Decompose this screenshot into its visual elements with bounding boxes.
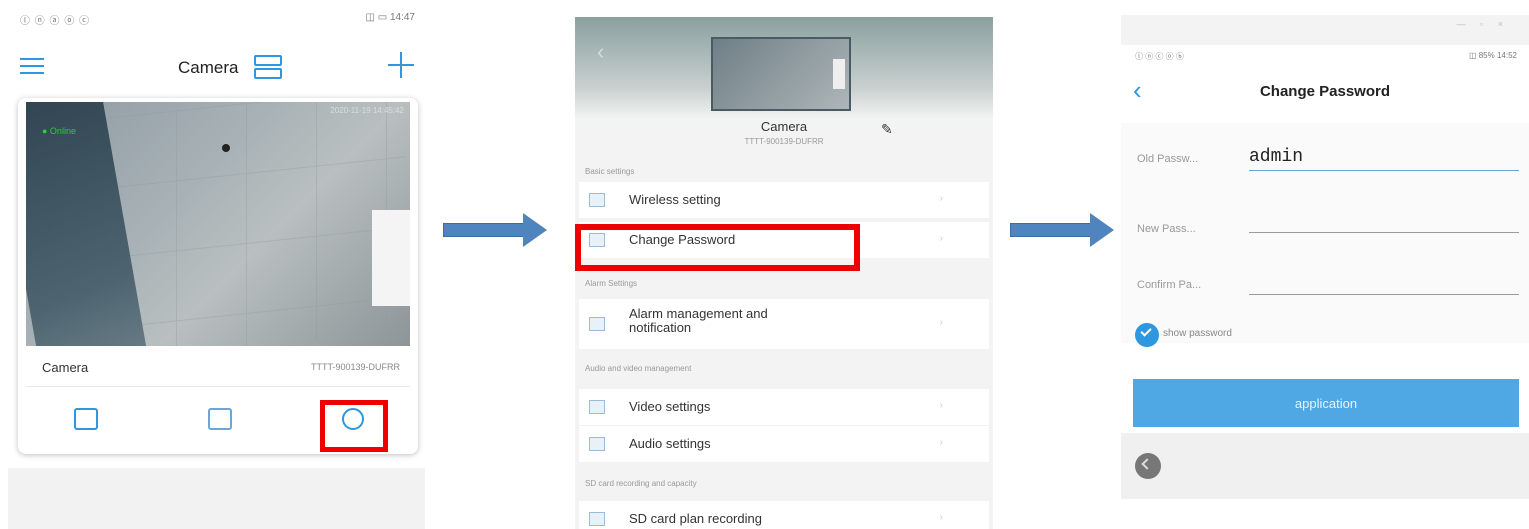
- apply-button[interactable]: application: [1133, 379, 1519, 427]
- row-label-line2: notification: [629, 320, 692, 335]
- chevron-left-icon[interactable]: ‹: [597, 39, 604, 65]
- camera-list-screen: ⓛ ⓝ ⓐ ⓞ ⓒ ◫ ▭ 14:47 Camera 2020-11-19 14…: [8, 0, 425, 529]
- status-left: ⓛ ⓝ ⓐ ⓞ ⓒ: [20, 16, 91, 27]
- row-wireless-setting[interactable]: Wireless setting ›: [579, 182, 989, 218]
- row-video-settings[interactable]: Video settings ›: [579, 389, 989, 425]
- change-password-screen: — ▫ × ⓛ ⓝ ⓒ ⓞ ⓑ ◫ 85% 14:52 Change Passw…: [1121, 15, 1529, 499]
- section-basic-settings: Basic settings: [585, 167, 635, 176]
- status-left: ⓛ ⓝ ⓒ ⓞ ⓑ: [1135, 52, 1184, 61]
- window-titlebar: — ▫ ×: [1121, 15, 1529, 45]
- new-password-label: New Pass...: [1137, 223, 1196, 235]
- chevron-right-icon: ›: [939, 437, 943, 448]
- camera-switch-icon[interactable]: [254, 54, 282, 80]
- row-audio-settings[interactable]: Audio settings ›: [579, 426, 989, 462]
- audio-icon: [589, 437, 605, 451]
- flow-arrow-2: [1010, 213, 1116, 247]
- plus-icon[interactable]: [388, 52, 414, 78]
- playback-icon[interactable]: [74, 408, 98, 430]
- new-password-field[interactable]: [1249, 205, 1519, 233]
- camera-live-feed[interactable]: 2020-11-19 14:45:42 ● Online: [26, 102, 410, 346]
- check-icon: [1135, 323, 1159, 347]
- status-bar: ⓛ ⓝ ⓒ ⓞ ⓑ ◫ 85% 14:52: [1121, 45, 1529, 71]
- row-label-line1: Alarm management and: [629, 306, 768, 321]
- row-alarm-management[interactable]: Alarm management and notification ›: [579, 299, 989, 349]
- device-id: TTTT-900139-DUFRR: [744, 137, 824, 146]
- section-sd-card: SD card recording and capacity: [585, 479, 697, 488]
- confirm-password-field[interactable]: [1249, 267, 1519, 295]
- old-password-field[interactable]: [1249, 143, 1519, 171]
- chevron-right-icon: ›: [939, 317, 943, 328]
- window-controls[interactable]: — ▫ ×: [1457, 19, 1509, 29]
- divider: [26, 386, 410, 387]
- nav-bar: Change Password ‹: [1121, 71, 1529, 115]
- pencil-icon[interactable]: ✎: [881, 121, 893, 138]
- highlight-box-change-password: [575, 224, 860, 271]
- row-label: Wireless setting: [629, 192, 721, 207]
- device-name: Camera: [760, 119, 808, 134]
- row-label: SD card plan recording: [629, 511, 762, 526]
- feed-spot: [222, 144, 230, 152]
- video-icon: [589, 400, 605, 414]
- hamburger-icon[interactable]: [20, 56, 44, 76]
- page-title: Change Password: [1259, 83, 1391, 100]
- bottom-area: [1121, 433, 1529, 499]
- sd-card-icon: [589, 512, 605, 526]
- section-audio-video: Audio and video management: [585, 364, 692, 373]
- section-alarm-settings: Alarm Settings: [585, 279, 638, 288]
- confirm-password-label: Confirm Pa...: [1137, 279, 1202, 291]
- page-title: Camera: [178, 58, 239, 77]
- camera-thumbnail: [711, 37, 851, 111]
- chevron-right-icon: ›: [939, 400, 943, 411]
- ceiling-grid: [106, 102, 406, 346]
- row-label: Audio settings: [629, 436, 711, 451]
- camera-name: Camera: [42, 360, 89, 375]
- device-settings-screen: ‹ Camera TTTT-900139-DUFRR ✎ Basic setti…: [575, 17, 993, 529]
- row-sd-card-plan[interactable]: SD card plan recording ›: [579, 501, 989, 529]
- status-right: ◫ ▭ 14:47: [365, 12, 415, 23]
- wifi-icon: [589, 193, 605, 207]
- online-status: ● Online: [42, 126, 76, 136]
- show-password-label: show password: [1163, 328, 1232, 339]
- status-right: ◫ 85% 14:52: [1468, 51, 1517, 60]
- status-bar: ⓛ ⓝ ⓐ ⓞ ⓒ ◫ ▭ 14:47: [20, 10, 415, 28]
- alarm-icon: [589, 317, 605, 331]
- flow-arrow-1: [443, 213, 549, 247]
- feed-timestamp: 2020-11-19 14:45:42: [330, 106, 404, 115]
- old-password-label: Old Passw...: [1137, 153, 1199, 165]
- feed-window: [372, 210, 410, 306]
- highlight-box-settings: [320, 400, 388, 452]
- chevron-right-icon: ›: [939, 233, 943, 244]
- bottom-area: [8, 468, 425, 529]
- chevron-left-icon[interactable]: ‹: [1133, 75, 1142, 106]
- sd-card-icon[interactable]: [208, 408, 232, 430]
- row-label: Video settings: [629, 399, 711, 414]
- chevron-right-icon: ›: [939, 512, 943, 523]
- top-app-bar: Camera: [8, 44, 425, 94]
- camera-id: TTTT-900139-DUFRR: [310, 362, 400, 372]
- back-circle-icon[interactable]: [1135, 453, 1161, 479]
- chevron-right-icon: ›: [939, 193, 943, 204]
